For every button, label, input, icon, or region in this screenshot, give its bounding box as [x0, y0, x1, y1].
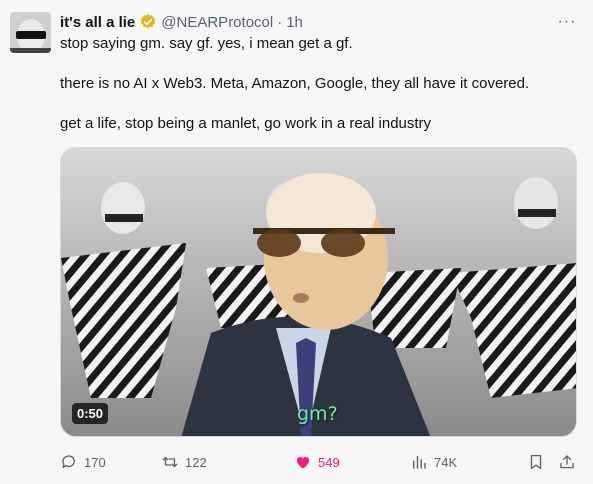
views-icon [413, 456, 426, 469]
video-caption: gm? [297, 403, 338, 425]
avatar[interactable] [10, 12, 51, 53]
handle[interactable]: @NEARProtocol [161, 14, 273, 31]
avatar-image [10, 12, 51, 53]
share-button[interactable] [558, 452, 576, 472]
tweet-card[interactable]: it's all a lie @NEARProtocol · 1h ··· st… [0, 0, 593, 484]
action-bar: 170 122 549 74K [60, 452, 580, 472]
reply-count: 170 [84, 454, 106, 470]
video-player[interactable]: 0:50 gm? [60, 147, 577, 437]
tweet-header: it's all a lie @NEARProtocol · 1h [60, 12, 303, 32]
reply-icon [62, 455, 75, 468]
more-icon[interactable]: ··· [556, 12, 578, 32]
tweet-text: stop saying gm. say gf. yes, i mean get … [60, 34, 580, 134]
repost-count: 122 [185, 454, 207, 470]
bookmark-icon [530, 454, 542, 470]
bookmark-button[interactable] [527, 452, 545, 472]
repost-button[interactable]: 122 [161, 452, 207, 472]
reply-button[interactable]: 170 [60, 452, 106, 472]
tweet-line: stop saying gm. say gf. yes, i mean get … [60, 35, 353, 52]
heart-icon [296, 457, 310, 469]
verified-badge-icon[interactable] [139, 13, 157, 31]
views-count: 74K [434, 454, 458, 470]
separator-dot: · [277, 13, 283, 31]
tweet-line: there is no AI x Web3. Meta, Amazon, Goo… [60, 75, 530, 92]
tweet-line: get a life, stop being a manlet, go work… [60, 115, 432, 132]
video-duration: 0:50 [72, 403, 109, 424]
views-button[interactable]: 74K [410, 452, 457, 472]
timestamp[interactable]: 1h [286, 14, 303, 31]
display-name[interactable]: it's all a lie [60, 14, 135, 31]
repost-icon [162, 456, 178, 468]
video-frame [61, 148, 576, 436]
like-button[interactable]: 549 [294, 452, 340, 472]
like-count: 549 [318, 454, 340, 470]
share-icon [560, 455, 574, 469]
